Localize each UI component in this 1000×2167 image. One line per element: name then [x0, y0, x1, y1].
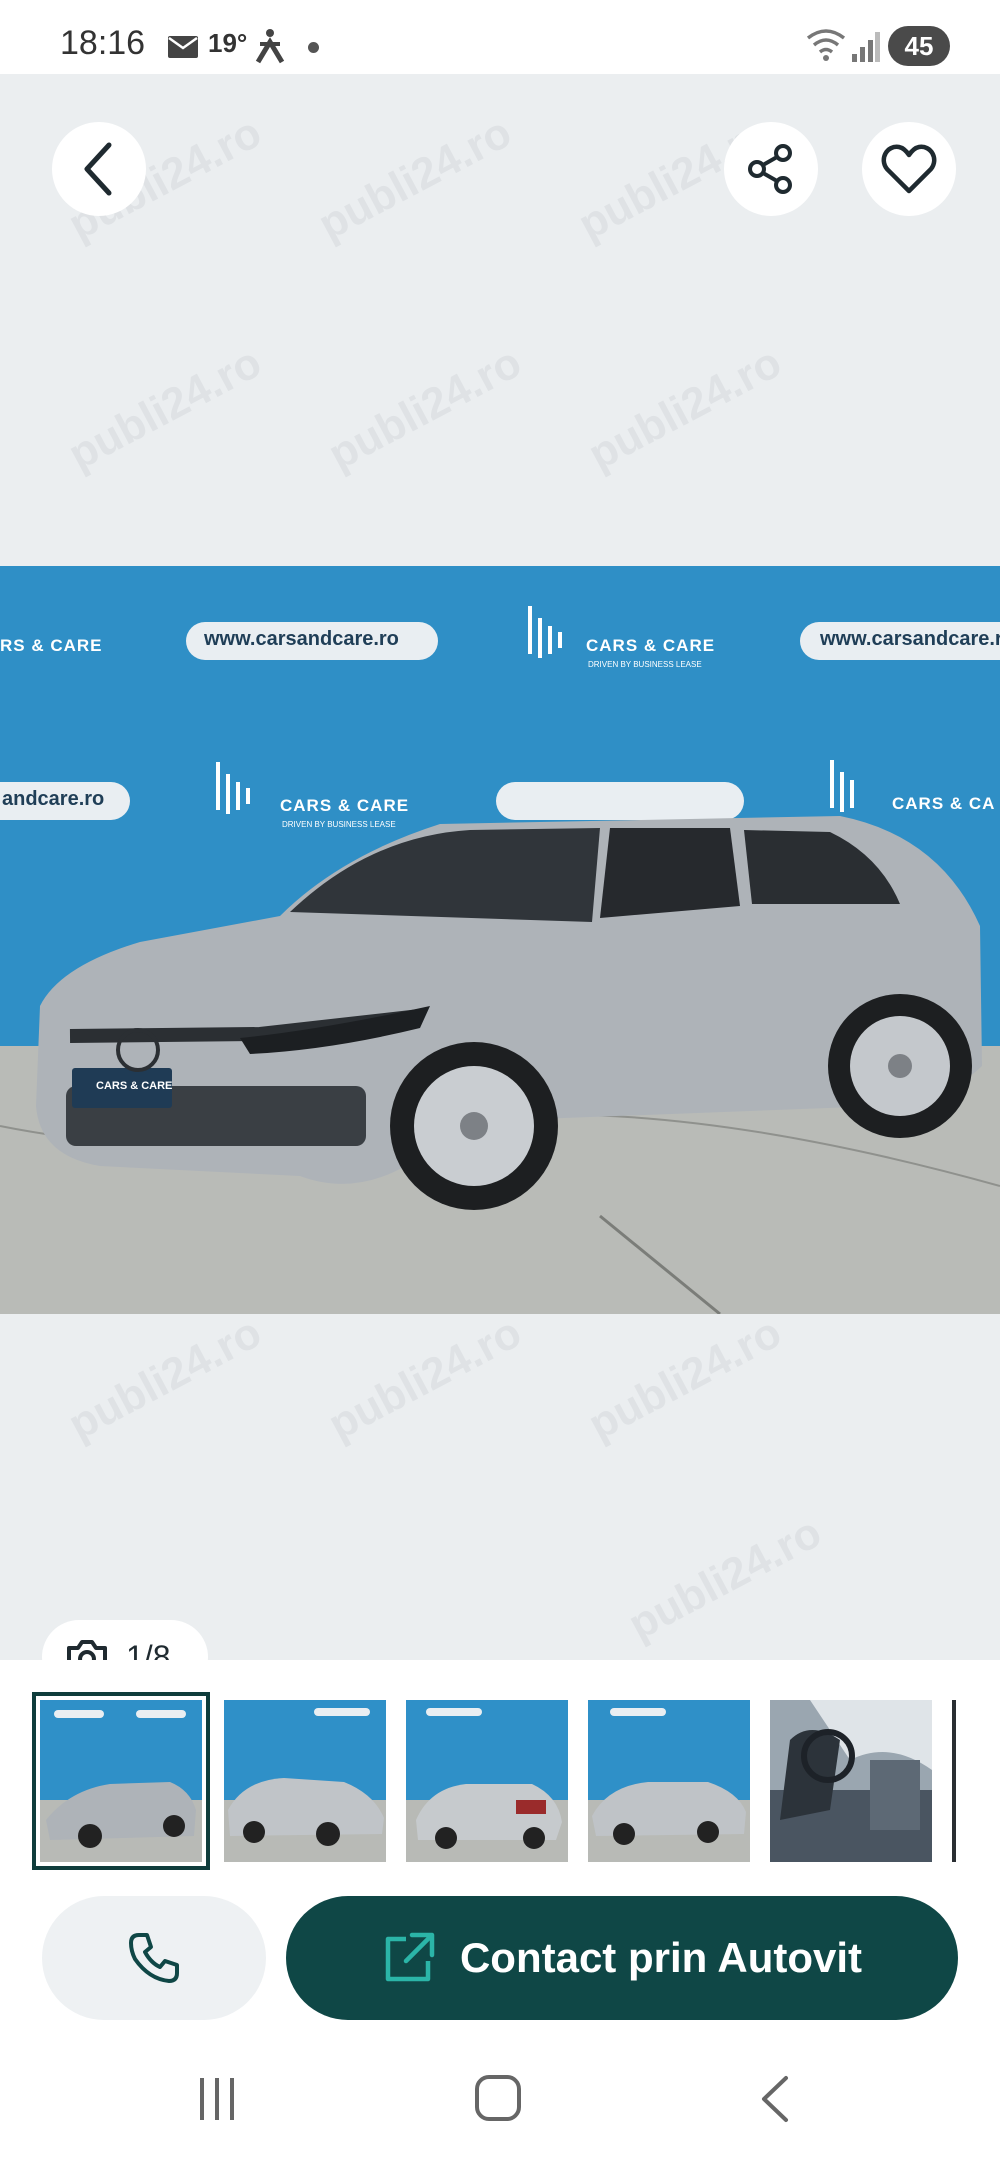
battery-level: 45 [904, 30, 934, 61]
action-bar: Contact prin Autovit [0, 1880, 1000, 2030]
call-button[interactable] [42, 1896, 266, 2020]
chevron-left-icon [84, 142, 112, 196]
license-plate-text: CARS & CARE [96, 1080, 173, 1092]
banner-tagline-text: DRIVEN BY BUSINESS LEASE [588, 660, 702, 669]
back-icon[interactable] [758, 2074, 792, 2124]
contact-autovit-button[interactable]: Contact prin Autovit [286, 1896, 958, 2020]
recent-apps-icon[interactable] [196, 2076, 238, 2122]
thumbnail-image [588, 1700, 750, 1862]
thumbnail-4[interactable] [588, 1700, 750, 1862]
back-button[interactable] [52, 122, 146, 216]
thumbnail-partial [952, 1700, 956, 1862]
thumbnail-strip[interactable] [0, 1660, 1000, 1880]
thumbnail-image [406, 1700, 568, 1862]
heart-icon [881, 144, 937, 194]
watermark-text: publi24.ro [60, 1307, 270, 1450]
thumbnail-2[interactable] [224, 1700, 386, 1862]
share-icon [748, 144, 792, 194]
wifi-icon [806, 29, 846, 61]
car-photo-illustration [0, 566, 1000, 1314]
share-button[interactable] [724, 122, 818, 216]
status-bar: 18:16 19° 45 [0, 0, 1000, 74]
favorite-button[interactable] [862, 122, 956, 216]
photo-gallery[interactable]: publi24.ro publi24.ro publi24.ro publi24… [0, 74, 1000, 1694]
status-time: 18:16 [60, 24, 146, 62]
mail-icon [168, 36, 198, 58]
main-photo[interactable]: www.carsandcare.ro www.carsandcare.ro an… [0, 566, 1000, 1314]
watermark-text: publi24.ro [320, 337, 530, 480]
thumbnail-image [770, 1700, 932, 1862]
banner-brand-text: RS & CARE [0, 636, 103, 655]
phone-icon [129, 1933, 179, 1983]
banner-brand-text: CARS & CARE [280, 796, 410, 815]
thumbnail-5[interactable] [770, 1700, 932, 1862]
thumbnail-1[interactable] [32, 1692, 210, 1870]
thumbnail-image [40, 1700, 202, 1862]
external-link-icon [385, 1932, 435, 1982]
watermark-text: publi24.ro [310, 107, 520, 250]
banner-url-text: www.carsandcare.ro [204, 628, 399, 650]
watermark-text: publi24.ro [320, 1307, 530, 1450]
watermark-text: publi24.ro [580, 337, 790, 480]
battery-icon: 45 [888, 26, 950, 66]
person-icon [255, 29, 285, 64]
status-temperature: 19° [208, 28, 248, 58]
thumbnail-3[interactable] [406, 1700, 568, 1862]
signal-icon [852, 32, 880, 62]
banner-brand-text: CARS & CARE [586, 636, 716, 655]
contact-button-label: Contact prin Autovit [459, 1934, 863, 1981]
dot-icon [308, 42, 319, 53]
watermark-text: publi24.ro [60, 337, 270, 480]
watermark-text: publi24.ro [580, 1307, 790, 1450]
system-nav-bar [0, 2030, 1000, 2167]
banner-tagline-text: DRIVEN BY BUSINESS LEASE [282, 820, 396, 829]
watermark-text: publi24.ro [620, 1507, 830, 1650]
banner-url-text: andcare.ro [2, 788, 105, 810]
thumbnail-image [224, 1700, 386, 1862]
banner-brand-text: CARS & CA [892, 794, 996, 813]
home-icon[interactable] [474, 2074, 522, 2122]
banner-url-text: www.carsandcare.ro [820, 628, 1000, 650]
